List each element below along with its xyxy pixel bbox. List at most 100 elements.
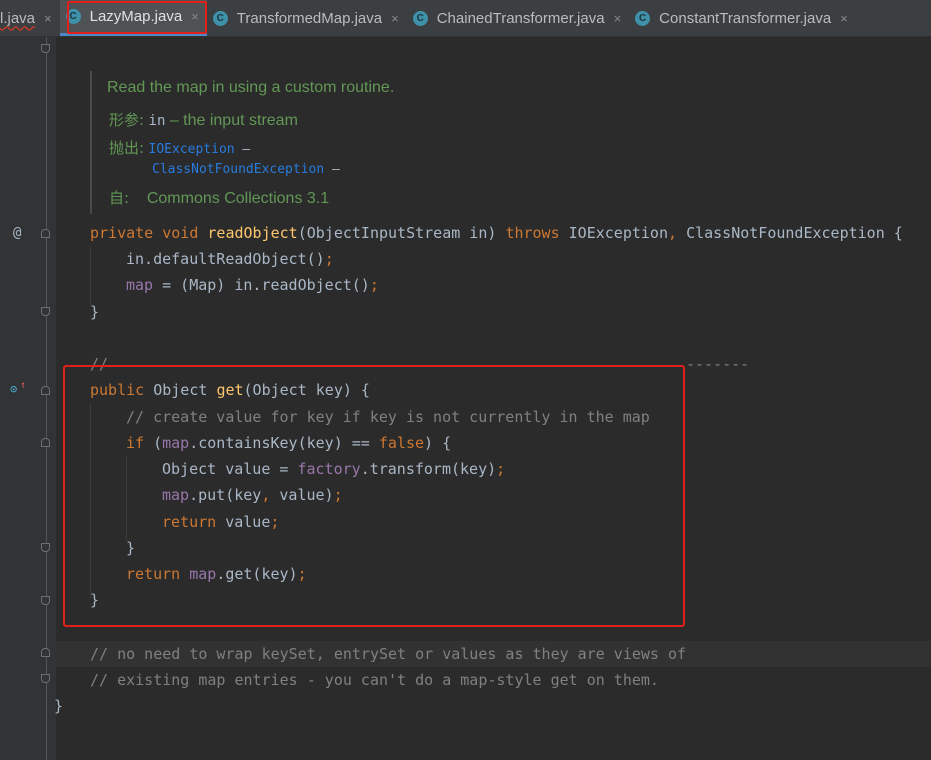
code-token: public	[90, 381, 154, 399]
code-token: ) {	[424, 434, 452, 452]
code-token: map	[162, 434, 190, 452]
doc-since-row: 自: Commons Collections 3.1	[109, 187, 329, 208]
code-line[interactable]: in.defaultReadObject();	[126, 246, 334, 272]
doc-throws-tag: 抛出:	[109, 139, 145, 157]
code-token: if	[126, 434, 154, 452]
code-token: ;	[270, 513, 280, 531]
tab-label: l.java	[0, 9, 36, 27]
code-comment-line[interactable]: //	[90, 351, 108, 377]
code-token: value	[225, 513, 271, 531]
tab-label: ConstantTransformer.java	[659, 9, 832, 27]
code-token: (Object key) {	[243, 381, 370, 399]
indent-guide	[90, 246, 91, 306]
code-token: (ObjectInputStream in)	[297, 224, 506, 242]
class-icon: C	[65, 9, 81, 24]
close-icon[interactable]: ×	[191, 9, 199, 24]
fold-end-icon[interactable]	[41, 674, 50, 683]
code-line[interactable]: if (map.containsKey(key) == false) {	[126, 430, 451, 456]
tab-constanttransformer-java[interactable]: C ConstantTransformer.java ×	[629, 0, 856, 36]
code-token: ClassNotFoundException {	[686, 224, 903, 242]
fold-start-icon[interactable]	[41, 229, 50, 238]
code-token: value)	[279, 486, 334, 504]
doc-throws-link-ioexception[interactable]: IOException	[149, 142, 235, 157]
code-token: map	[162, 486, 190, 504]
doc-throws-row-2: ClassNotFoundException –	[152, 160, 340, 178]
code-line-get[interactable]: public Object get(Object key) {	[90, 377, 370, 403]
code-comment-line[interactable]: // no need to wrap keySet, entrySet or v…	[90, 641, 686, 667]
code-token: in.defaultReadObject()	[126, 250, 325, 268]
doc-since-tag: 自:	[109, 189, 130, 207]
code-token: ;	[333, 486, 343, 504]
indent-guide	[126, 456, 127, 541]
code-token: get	[216, 381, 244, 399]
class-icon: C	[212, 10, 228, 26]
code-token: .put(key	[189, 486, 262, 504]
code-token: map	[126, 276, 154, 294]
code-token: throws	[505, 224, 569, 242]
class-icon: C	[412, 10, 428, 26]
implements-arrow-icon: ↑	[20, 380, 27, 391]
doc-dash: –	[324, 162, 340, 177]
tab-label: TransformedMap.java	[236, 9, 383, 27]
tab-label: ChainedTransformer.java	[436, 9, 605, 27]
code-line[interactable]: Object value = factory.transform(key);	[162, 456, 505, 482]
fold-end-icon[interactable]	[41, 543, 50, 552]
doc-since-value: Commons Collections 3.1	[146, 190, 330, 207]
doc-throws-row: 抛出: IOException –	[109, 137, 250, 158]
close-icon[interactable]: ×	[391, 11, 399, 26]
doc-param-tag: 形参:	[109, 111, 145, 129]
code-line[interactable]: return value;	[162, 509, 279, 535]
code-line-readobject[interactable]: private void readObject(ObjectInputStrea…	[90, 220, 903, 246]
code-token: ;	[369, 276, 379, 294]
code-token: readObject	[207, 224, 298, 242]
code-line-class-end[interactable]: }	[54, 693, 63, 719]
code-line[interactable]: }	[90, 299, 99, 325]
doc-dash: –	[234, 142, 251, 157]
close-icon[interactable]: ×	[840, 11, 848, 26]
tab-l-java[interactable]: l.java ×	[0, 0, 60, 36]
code-token: ,	[261, 486, 280, 504]
code-token: return	[162, 513, 226, 531]
code-token: = (Map) in.readObject()	[153, 276, 370, 294]
code-token: factory	[297, 460, 361, 478]
fold-start-icon[interactable]	[41, 648, 50, 657]
doc-throws-link-cnfe[interactable]: ClassNotFoundException	[152, 162, 324, 177]
javadoc-block: Read the map in using a custom routine. …	[90, 71, 872, 214]
editor-tab-bar: l.java × C LazyMap.java × C TransformedM…	[0, 0, 931, 37]
tab-lazymap-java[interactable]: C LazyMap.java ×	[59, 0, 207, 36]
close-icon[interactable]: ×	[44, 11, 52, 26]
fold-start-icon[interactable]	[41, 438, 50, 447]
code-token: false	[378, 434, 425, 452]
code-line[interactable]: }	[90, 587, 99, 613]
close-icon[interactable]: ×	[614, 11, 622, 26]
code-line[interactable]: return map.get(key);	[126, 561, 307, 587]
code-token: .transform(key)	[360, 460, 497, 478]
fold-end-icon[interactable]	[41, 44, 50, 53]
doc-param-row: 形参: in – the input stream	[109, 109, 298, 130]
tab-chainedtransformer-java[interactable]: C ChainedTransformer.java ×	[407, 0, 629, 36]
indent-guide	[90, 403, 91, 598]
code-token: ;	[496, 460, 506, 478]
code-line[interactable]: }	[126, 535, 135, 561]
code-token: .containsKey(key) ==	[189, 434, 379, 452]
implements-marker-icon[interactable]: ⊙	[10, 382, 17, 396]
code-line[interactable]: map.put(key, value);	[162, 482, 343, 508]
tab-transformedmap-java[interactable]: C TransformedMap.java ×	[207, 0, 407, 36]
override-marker-icon[interactable]: @	[13, 225, 21, 241]
tab-label: LazyMap.java	[89, 8, 183, 25]
code-token: private void	[90, 224, 208, 242]
code-token: .get(key)	[216, 565, 298, 583]
code-comment-line[interactable]: // create value for key if key is not cu…	[126, 404, 650, 430]
code-comment-line-tail: -------	[686, 355, 750, 373]
class-icon: C	[635, 10, 651, 26]
code-comment-line[interactable]: // existing map entries - you can't do a…	[90, 667, 659, 693]
code-token: return	[126, 565, 190, 583]
code-line[interactable]: map = (Map) in.readObject();	[126, 272, 379, 298]
code-token: map	[189, 565, 217, 583]
code-token: Object value =	[162, 460, 298, 478]
doc-param-name: in	[148, 113, 166, 129]
doc-summary: Read the map in using a custom routine.	[107, 79, 395, 96]
fold-end-icon[interactable]	[41, 596, 50, 605]
fold-start-icon[interactable]	[41, 386, 50, 395]
fold-end-icon[interactable]	[41, 307, 50, 316]
